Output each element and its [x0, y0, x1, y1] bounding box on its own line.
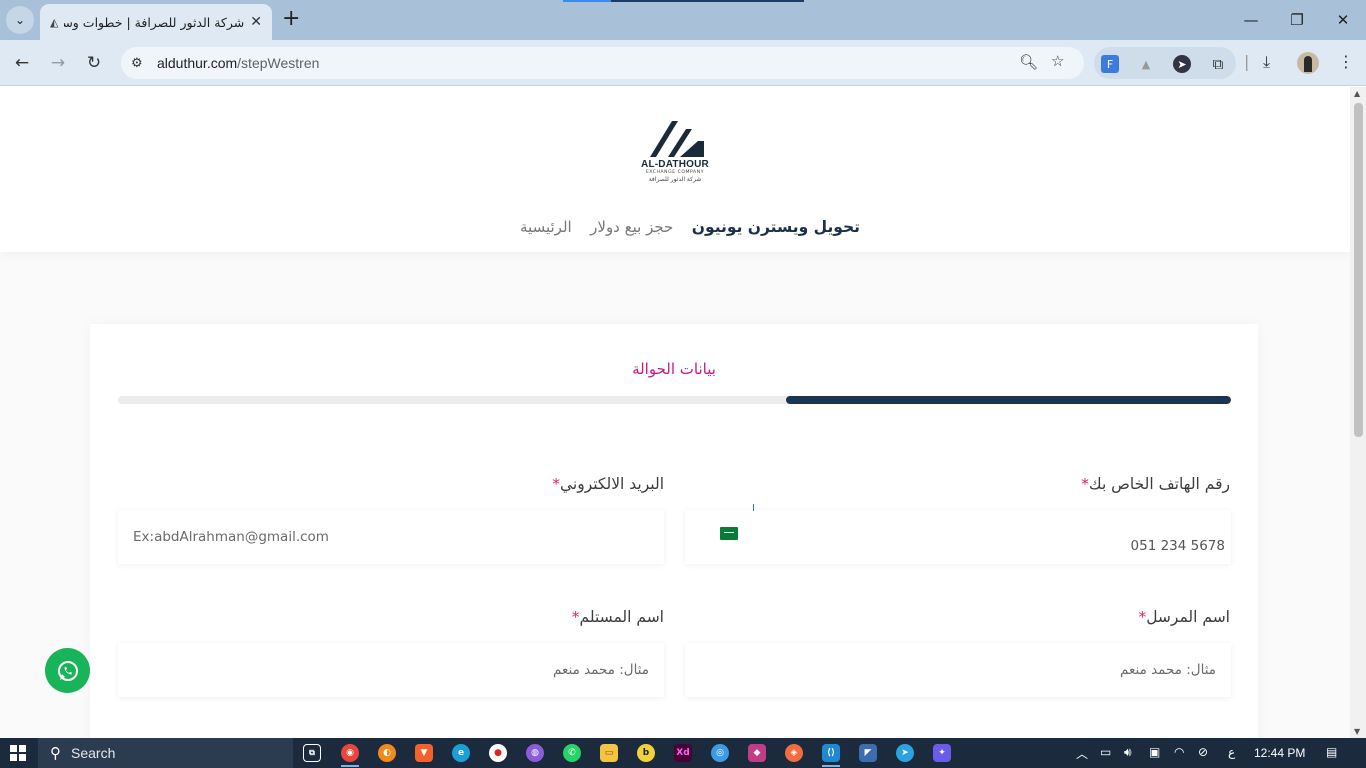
scroll-up-icon[interactable]: ▲ [1354, 89, 1360, 98]
sender-name-input[interactable] [685, 643, 1231, 697]
email-label: البريد الالكتروني* [552, 475, 664, 493]
browser-toolbar: ← → ↻ ⚙ alduthur.com/stepWestren 🔍︎ ☆ F … [0, 40, 1366, 86]
main-nav: الرئيسية حجز بيع دولار تحويل ويسترن يوني… [520, 215, 860, 239]
logo-mark-icon [650, 121, 704, 157]
new-tab-button[interactable]: + [282, 8, 300, 30]
forward-arrow-icon[interactable]: → [45, 50, 71, 76]
github-taskbar-icon[interactable]: ◍ [526, 744, 544, 762]
taskbar-clock[interactable]: 12:44 PM [1254, 746, 1305, 760]
edge-taskbar-icon[interactable]: e [452, 744, 470, 762]
nav-item-book-dollar[interactable]: حجز بيع دولار [590, 218, 673, 236]
input-language[interactable]: ع [1228, 745, 1235, 759]
page-load-indicator [563, 0, 804, 2]
reload-icon[interactable]: ↻ [81, 50, 107, 76]
phone-value: 051 234 5678 [1130, 538, 1225, 554]
taskbar-search-label: Search [71, 745, 116, 761]
bookmark-star-icon[interactable]: ☆ [1051, 52, 1064, 70]
task-view-icon[interactable]: ⧉ [303, 744, 321, 762]
vscode-taskbar-icon[interactable]: ⟨⟩ [822, 744, 840, 767]
app-b-taskbar-icon[interactable]: b [637, 744, 655, 762]
chrome-taskbar-icon[interactable]: ◉ [341, 744, 359, 767]
site-logo[interactable]: AL-DATHOUR EXCHANGE COMPANY شركة الدثور … [640, 119, 710, 185]
phone-input[interactable] [685, 510, 1231, 564]
page-scrollbar[interactable]: ▲ ▼ [1350, 87, 1366, 738]
site-settings-icon[interactable]: ⚙ [131, 56, 151, 71]
nav-item-home[interactable]: الرئيسية [520, 218, 572, 236]
firefox-taskbar-icon[interactable]: ◐ [378, 744, 396, 762]
scroll-down-icon[interactable]: ▼ [1354, 727, 1360, 736]
receiver-label: اسم المستلم* [571, 608, 664, 626]
web-page: AL-DATHOUR EXCHANGE COMPANY شركة الدثور … [0, 87, 1350, 738]
profile-avatar[interactable] [1297, 52, 1319, 74]
device-icon[interactable]: ▣ [1149, 745, 1160, 759]
copilot-taskbar-icon[interactable]: ✦ [933, 744, 951, 762]
back-arrow-icon[interactable]: ← [9, 50, 35, 76]
telegram-taskbar-icon[interactable]: ➤ [896, 744, 914, 762]
wifi-icon[interactable]: ◠ [1174, 745, 1184, 759]
required-mark: * [1081, 475, 1089, 493]
volume-icon[interactable]: 🔊︎ [1124, 745, 1132, 760]
logo-arabic-text: شركة الدثور للصرافة [648, 176, 702, 183]
minimize-button[interactable]: — [1228, 0, 1274, 40]
tray-chevron-icon[interactable]: ︿ [1076, 745, 1088, 762]
browser-tab[interactable]: ◭ شركة الدثور للصرافة | خطوات وسترن ✕ [40, 4, 272, 40]
required-mark: * [552, 475, 560, 493]
menu-kebab-icon[interactable]: ⋮ [1338, 52, 1354, 71]
brave-taskbar-icon[interactable]: ▼ [415, 744, 433, 762]
tab-loading-icon: ◭ [50, 15, 59, 29]
chevron-down-icon: ⌄ [14, 13, 26, 27]
whatsapp-taskbar-icon[interactable]: ✆ [563, 744, 581, 762]
windows-start-icon[interactable] [10, 745, 26, 761]
toolbar-divider: | [1244, 52, 1250, 71]
tab-close-icon[interactable]: ✕ [250, 14, 262, 30]
adobe-xd-taskbar-icon[interactable]: Xd [674, 744, 692, 762]
search-icon: ⚲ [50, 744, 61, 762]
window-close-button[interactable]: ✕ [1320, 0, 1366, 40]
saudi-flag-icon[interactable] [720, 527, 738, 540]
tab-title: شركة الدثور للصرافة | خطوات وسترن [64, 14, 245, 30]
address-url[interactable]: alduthur.com/stepWestren [157, 55, 319, 71]
puzzle-extensions-icon[interactable]: ⧉ [1209, 55, 1227, 73]
database-taskbar-icon[interactable]: ◤ [859, 744, 877, 762]
battery-icon[interactable]: ▭ [1100, 745, 1111, 759]
logo-brand-text: AL-DATHOUR [641, 159, 709, 170]
app-blue-taskbar-icon[interactable]: ◎ [711, 744, 729, 762]
site-header: AL-DATHOUR EXCHANGE COMPANY شركة الدثور … [0, 87, 1350, 252]
network-icon[interactable]: ⊘ [1198, 745, 1208, 759]
transfer-form-card: بيانات الحوالة رقم الهاتف الخاص بك* 051 … [90, 324, 1258, 738]
sender-label: اسم المرسل* [1138, 608, 1230, 626]
taskbar-search[interactable]: ⚲ Search [38, 738, 293, 768]
file-explorer-taskbar-icon[interactable]: ▭ [600, 744, 618, 762]
address-bar[interactable]: ⚙ alduthur.com/stepWestren [121, 47, 1084, 79]
whatsapp-icon [57, 660, 78, 681]
nav-item-western-union[interactable]: تحويل ويسترن يونيون [692, 218, 860, 236]
cursor-extension-icon[interactable]: ➤ [1173, 55, 1191, 73]
windows-taskbar: ⚲ Search ⧉ ◉ ◐ ▼ e ● ◍ ✆ ▭ b Xd ◎ ◆ ◈ ⟨⟩… [0, 738, 1366, 768]
zoom-icon[interactable]: 🔍︎ [1019, 53, 1038, 71]
receiver-name-input[interactable] [118, 643, 664, 697]
notification-icon[interactable]: ▤ [1326, 745, 1337, 759]
email-input[interactable] [118, 510, 664, 564]
step-progress-fill [785, 396, 1231, 404]
phone-label: رقم الهاتف الخاص بك* [1081, 475, 1230, 493]
step-title: بيانات الحوالة [632, 360, 716, 378]
step-progress-bar [118, 396, 1231, 404]
recorder-taskbar-icon[interactable]: ● [489, 744, 507, 762]
app-orange-taskbar-icon[interactable]: ◈ [785, 744, 803, 762]
translate-extension-icon[interactable]: F [1101, 55, 1119, 73]
whatsapp-chat-button[interactable] [45, 648, 90, 693]
extension-triangle-icon[interactable]: ▲ [1137, 55, 1155, 73]
download-icon[interactable]: ⤓ [1263, 52, 1270, 72]
browser-tab-strip: ⌄ ◭ شركة الدثور للصرافة | خطوات وسترن ✕ … [0, 0, 1366, 40]
required-mark: * [571, 608, 580, 626]
extensions-group: F ▲ ➤ ⧉ [1094, 47, 1236, 79]
app-pink-taskbar-icon[interactable]: ◆ [748, 744, 766, 762]
text-caret [753, 504, 754, 511]
scrollbar-thumb[interactable] [1354, 103, 1363, 437]
tab-search-button[interactable]: ⌄ [6, 6, 34, 34]
restore-button[interactable]: ❐ [1274, 0, 1320, 40]
